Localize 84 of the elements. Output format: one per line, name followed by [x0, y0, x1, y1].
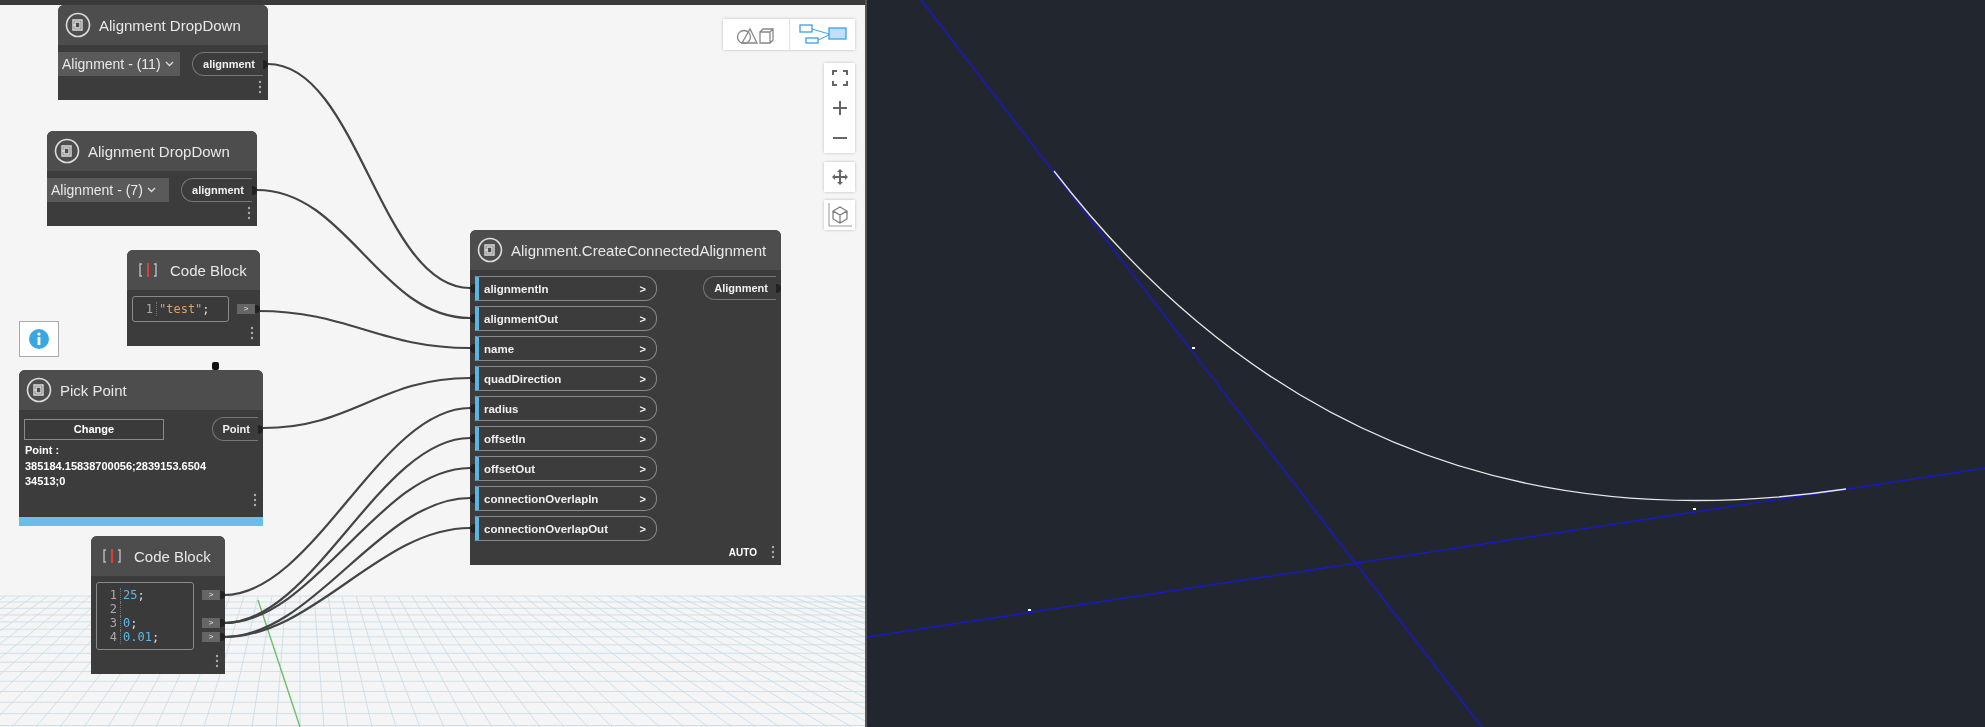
output-port[interactable]: Alignment — [703, 276, 776, 300]
line-number: 4 — [101, 630, 121, 644]
point-marker — [1028, 609, 1031, 611]
node-title: Alignment.CreateConnectedAlignment — [511, 241, 767, 259]
node-header[interactable]: Alignment DropDown — [58, 5, 268, 45]
node-header[interactable]: Code Block — [127, 250, 260, 290]
line-number: 1 — [101, 588, 121, 602]
node-title: Alignment DropDown — [99, 16, 241, 34]
output-port[interactable]: > — [237, 304, 255, 314]
input-port[interactable]: radius > — [475, 396, 657, 421]
plus-icon — [831, 100, 848, 116]
info-icon — [28, 328, 50, 350]
node-title: Alignment DropDown — [88, 142, 230, 160]
line-number: 1 — [137, 302, 157, 316]
input-port[interactable]: name > — [475, 336, 657, 361]
output-port[interactable]: > — [202, 632, 220, 642]
minus-icon — [831, 137, 848, 139]
output-port[interactable]: > — [202, 618, 220, 628]
output-port[interactable]: alignment — [181, 178, 252, 202]
alignment-dropdown[interactable]: Alignment - (7) — [47, 178, 170, 202]
more-icon[interactable] — [247, 206, 251, 220]
chevron-icon — [164, 61, 174, 67]
code-block-node[interactable]: Code Block 1 "test"; > — [127, 250, 260, 346]
change-button[interactable]: Change — [24, 418, 164, 440]
run-mode-label: AUTO — [728, 546, 757, 558]
more-icon[interactable] — [253, 493, 257, 507]
more-icon[interactable] — [215, 654, 219, 668]
zoom-fit-button[interactable] — [824, 63, 855, 93]
output-port[interactable]: Point — [211, 417, 258, 441]
code-block-icon — [138, 262, 158, 278]
zoom-out-button[interactable] — [824, 123, 855, 153]
code-text: 0; — [123, 616, 138, 630]
pin-icon — [212, 362, 219, 370]
pan-button[interactable] — [824, 162, 855, 192]
code-block-icon — [102, 548, 122, 564]
more-icon[interactable] — [258, 80, 262, 94]
cube-icon — [826, 202, 853, 228]
point-marker — [1693, 508, 1696, 510]
code-block-node[interactable]: Code Block 1 25; 2 3 0; 4 0.01; > > > — [91, 536, 225, 674]
node-title: Code Block — [170, 261, 247, 279]
node-type-icon — [477, 237, 503, 263]
move-icon — [831, 169, 848, 185]
node-header[interactable]: Pick Point — [19, 370, 263, 410]
input-port[interactable]: quadDirection > — [475, 366, 657, 391]
view-toggle-button[interactable] — [723, 19, 789, 50]
output-port[interactable]: > — [202, 590, 220, 600]
alignment-dropdown[interactable]: Alignment - (11) — [58, 52, 181, 76]
input-port[interactable]: offsetOut > — [475, 456, 657, 481]
orbit-button[interactable] — [824, 200, 855, 230]
node-title: Code Block — [134, 547, 211, 565]
code-editor[interactable]: 1 25; 2 3 0; 4 0.01; — [96, 582, 194, 650]
code-editor[interactable]: 1 "test"; — [132, 296, 229, 322]
chevron-icon — [146, 187, 156, 193]
node-type-icon — [65, 12, 91, 38]
line-number: 3 — [101, 616, 121, 630]
input-port[interactable]: alignmentOut > — [475, 306, 657, 331]
node-type-icon — [26, 377, 52, 403]
more-icon[interactable] — [771, 545, 775, 559]
more-icon[interactable] — [250, 326, 254, 340]
node-type-icon — [54, 138, 80, 164]
node-title: Pick Point — [60, 381, 127, 399]
node-header[interactable]: Code Block — [91, 536, 225, 576]
node-header[interactable]: Alignment.CreateConnectedAlignment — [470, 230, 781, 270]
view-toggle-button[interactable] — [789, 19, 855, 50]
dropdown-node[interactable]: Alignment DropDown Alignment - (11) alignment — [58, 5, 268, 100]
output-port[interactable]: alignment — [192, 52, 263, 76]
input-port[interactable]: alignmentIn > — [475, 276, 657, 301]
input-port[interactable]: connectionOverlapOut > — [475, 516, 657, 541]
input-port[interactable]: offsetIn > — [475, 426, 657, 451]
input-port[interactable]: connectionOverlapIn > — [475, 486, 657, 511]
point-marker — [1192, 347, 1195, 349]
info-bubble[interactable] — [19, 321, 59, 357]
function-node[interactable]: Alignment.CreateConnectedAlignment alignmentIn > alignmentOut > name > quadDirection > radius > offsetIn > offsetOut > connectionOverlapIn > connectionOverlapOut > Alignment AUTO — [470, 230, 781, 565]
fit-icon — [831, 70, 848, 86]
code-text: 0.01; — [123, 630, 160, 644]
line-number: 2 — [101, 602, 121, 616]
dropdown-node[interactable]: Alignment DropDown Alignment - (7) alignment — [47, 131, 257, 226]
point-value: 385184.15838700056;2839153.650434513;0 — [24, 459, 208, 489]
graph-canvas[interactable] — [0, 0, 865, 727]
node-header[interactable]: Alignment DropDown — [47, 131, 257, 171]
point-label: Point : — [24, 443, 61, 456]
code-text: "test"; — [159, 302, 210, 316]
code-text: 25; — [123, 588, 145, 602]
pick-point-node[interactable]: Pick Point Change Point Point : 385184.15838700056;2839153.650434513;0 — [19, 370, 263, 526]
